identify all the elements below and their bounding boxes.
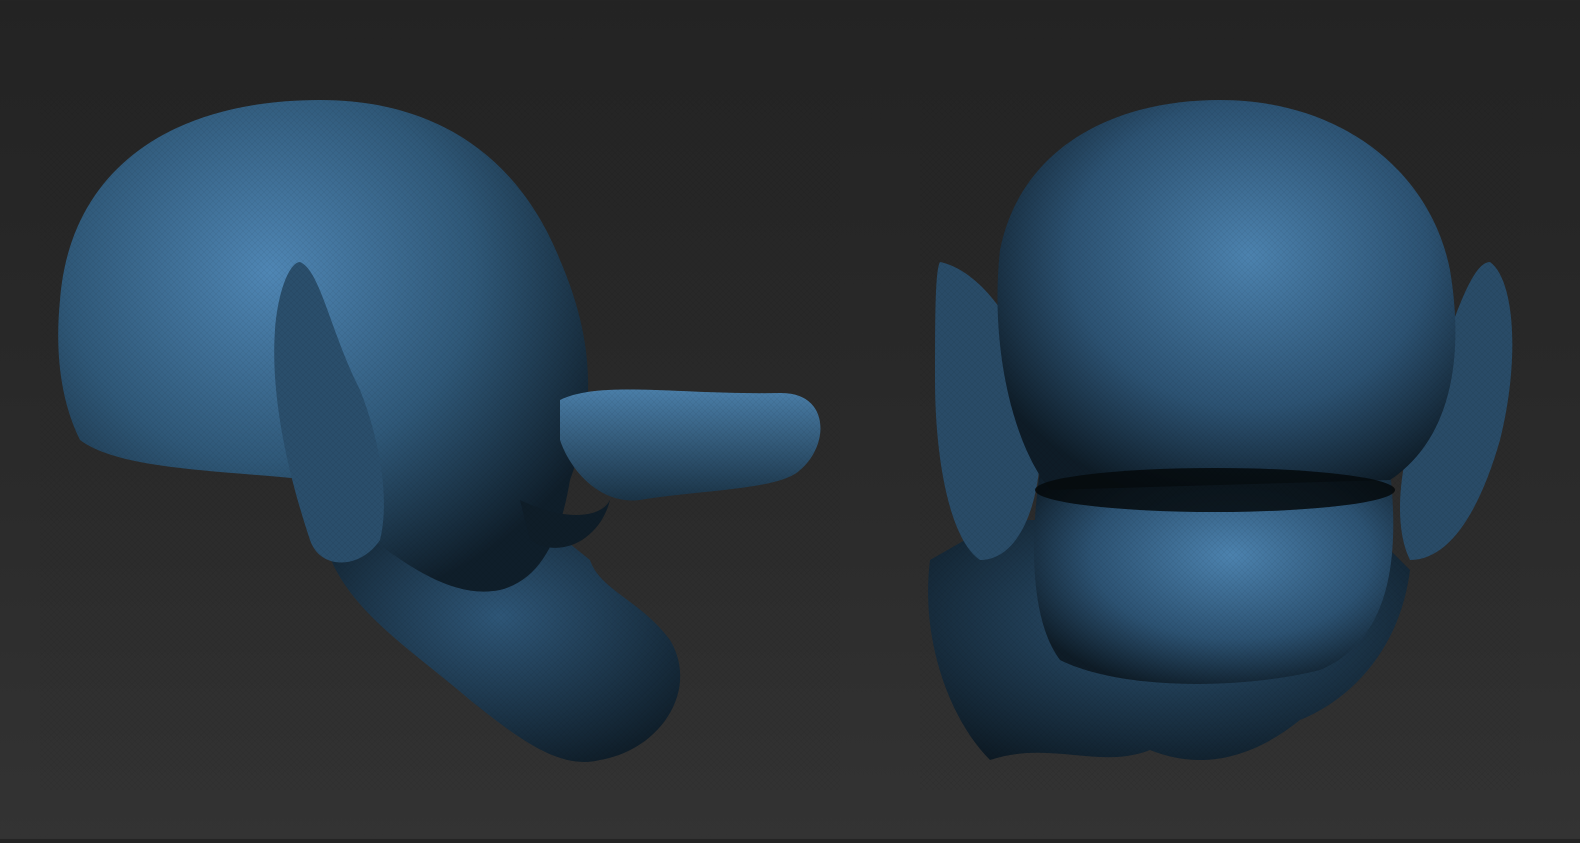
render-canvas [40,90,1520,790]
left-wireframe-overlay [40,90,840,790]
right-head-back-model[interactable] [920,90,1520,790]
right-wireframe-overlay [920,90,1520,790]
3d-viewport[interactable] [0,0,1580,839]
left-head-profile-model[interactable] [40,90,840,790]
